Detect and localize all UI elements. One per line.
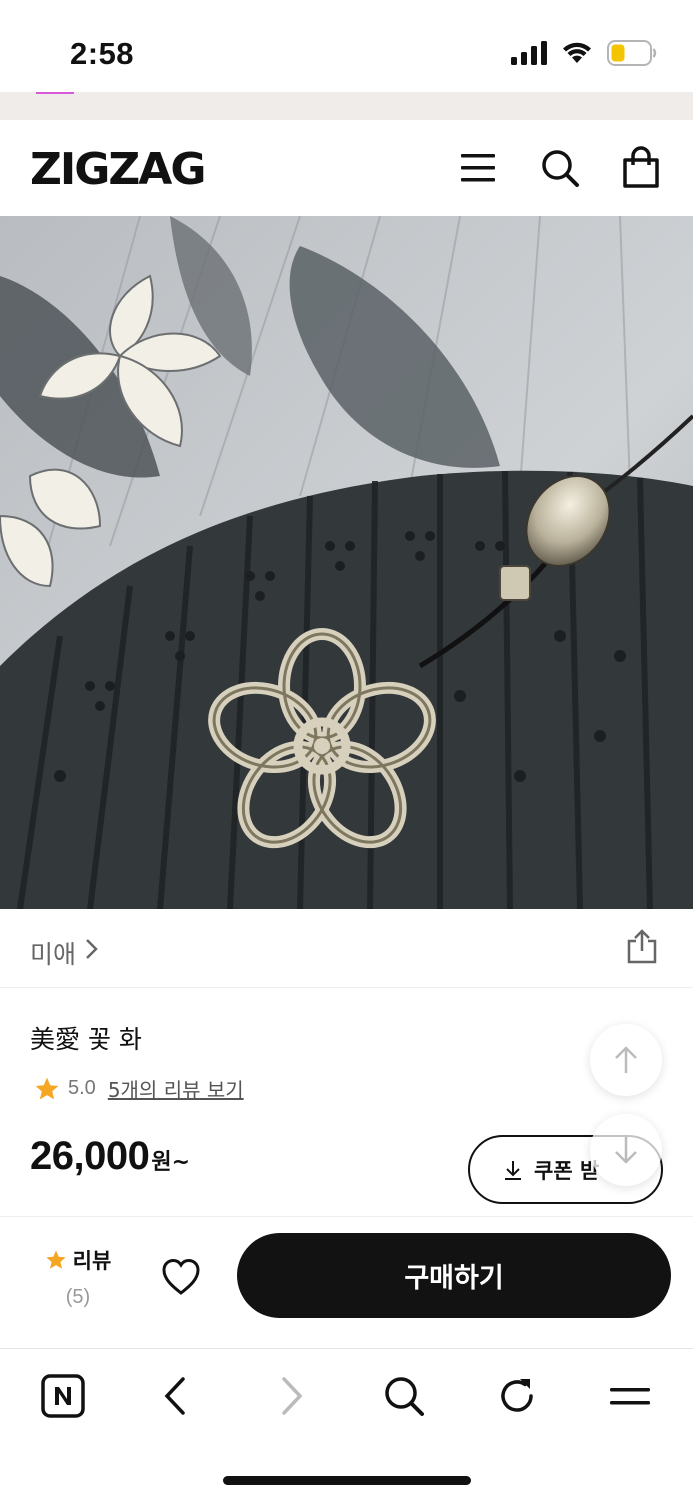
zigzag-logo[interactable]: ZIGZAG xyxy=(30,144,206,195)
status-icons xyxy=(511,40,657,66)
share-icon[interactable] xyxy=(625,929,659,965)
arrow-up-icon xyxy=(615,1046,637,1073)
refresh-icon[interactable] xyxy=(494,1373,540,1419)
star-icon xyxy=(35,1077,59,1099)
scroll-top-button[interactable] xyxy=(590,1024,662,1096)
buy-button[interactable]: 구매하기 xyxy=(237,1233,671,1318)
back-icon[interactable] xyxy=(153,1373,199,1419)
heart-icon[interactable] xyxy=(160,1257,202,1297)
search-icon[interactable] xyxy=(538,146,582,190)
price-row: 26,000 원~ xyxy=(30,1134,190,1179)
status-bar: 2:58 xyxy=(0,0,693,92)
review-label-text: 리뷰 xyxy=(72,1249,112,1273)
review-summary-button[interactable]: 리뷰 (5) xyxy=(38,1245,118,1309)
wifi-icon xyxy=(563,42,591,63)
review-summary-label: 리뷰 xyxy=(45,1245,112,1275)
purchase-bar: 리뷰 (5) 구매하기 xyxy=(0,1216,693,1348)
scroll-bottom-button[interactable] xyxy=(590,1114,662,1186)
review-link[interactable]: 5개의 리뷰 보기 xyxy=(108,1074,244,1103)
product-title: 美愛 꽃 화 xyxy=(30,1025,142,1054)
rating-row: 5.0 5개의 리뷰 보기 xyxy=(34,1074,244,1103)
promo-strip xyxy=(0,92,693,120)
rating-score: 5.0 xyxy=(68,1077,96,1099)
home-indicator xyxy=(223,1476,471,1485)
review-count: (5) xyxy=(65,1286,91,1308)
shopping-bag-icon[interactable] xyxy=(619,146,663,190)
price-value: 26,000 xyxy=(30,1134,150,1178)
browser-toolbar xyxy=(0,1348,693,1500)
chevron-right-icon[interactable] xyxy=(84,937,100,961)
price-unit: 원~ xyxy=(151,1150,191,1175)
browser-menu-icon[interactable] xyxy=(607,1373,653,1419)
arrow-down-icon xyxy=(615,1137,637,1164)
coupon-label: 쿠폰 받 xyxy=(534,1158,600,1183)
star-icon xyxy=(46,1250,66,1269)
battery-icon xyxy=(607,40,657,66)
signal-icon xyxy=(511,41,547,65)
shop-name-link[interactable]: 미애 xyxy=(30,935,76,971)
product-photo xyxy=(0,216,693,909)
download-icon xyxy=(505,1160,521,1180)
search-icon[interactable] xyxy=(381,1373,427,1419)
forward-icon[interactable] xyxy=(268,1373,314,1419)
menu-icon[interactable] xyxy=(456,146,500,190)
shop-row: 미애 xyxy=(0,909,693,988)
naver-home-icon[interactable] xyxy=(40,1373,86,1419)
site-header: ZIGZAG xyxy=(0,120,693,216)
promo-accent-bar xyxy=(36,92,74,94)
product-image[interactable] xyxy=(0,216,693,909)
status-time: 2:58 xyxy=(70,36,135,71)
